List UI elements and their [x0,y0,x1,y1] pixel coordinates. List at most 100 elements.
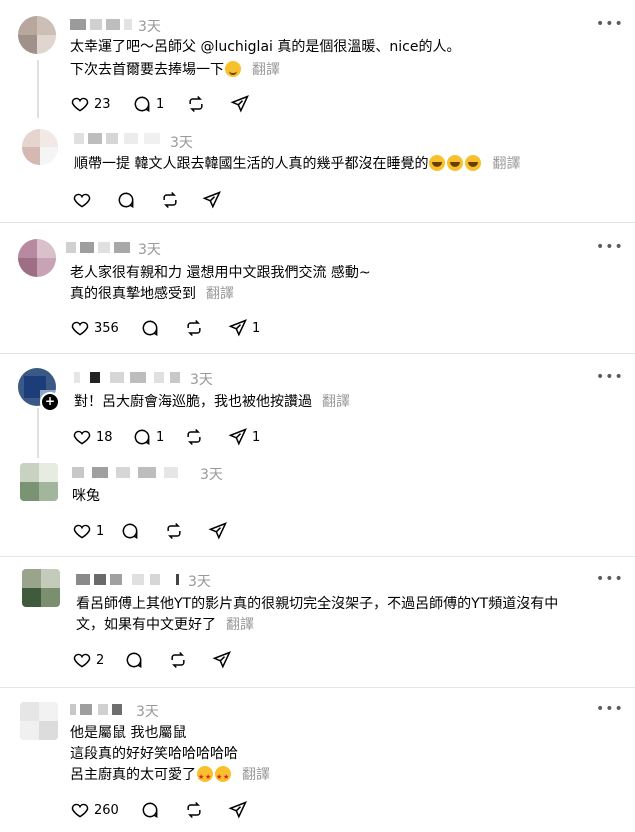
repost-icon [167,522,181,540]
translate-link[interactable]: 翻譯 [206,286,234,302]
like-button[interactable]: 356 [70,317,119,339]
avatar[interactable] [18,239,56,277]
repost-button[interactable] [164,520,184,542]
share-button[interactable]: 1 [228,426,260,448]
more-icon[interactable]: ••• [596,369,624,385]
like-count: 23 [94,96,111,112]
like-count: 2 [96,652,105,668]
reply-button[interactable] [140,799,160,821]
share-icon [228,319,247,337]
heart-icon [71,97,89,112]
share-button[interactable] [228,799,248,821]
repost-button[interactable] [186,93,206,115]
repost-icon [171,651,185,669]
repost-icon [187,319,201,337]
post-text: 看呂師傅上其他YT的影片真的很親切完全沒架子，不過呂師傅的YT頻道沒有中 [76,596,559,612]
translate-link[interactable]: 翻譯 [322,394,350,410]
like-count: 260 [94,802,119,818]
avatar[interactable] [20,702,58,740]
laughing-emoji-icon [465,155,482,171]
more-icon[interactable]: ••• [596,16,624,32]
post-time: 3天 [138,242,161,258]
username-blurred[interactable] [66,241,134,255]
share-icon [212,651,231,669]
post-actions: 356 1 [70,317,270,339]
like-button[interactable]: 260 [70,799,119,821]
reply-button[interactable] [140,317,160,339]
post-actions: 260 [70,799,270,821]
more-icon[interactable]: ••• [596,701,624,717]
post-time: 3天 [200,467,223,483]
repost-button[interactable] [184,799,204,821]
share-icon [228,801,247,819]
username-blurred[interactable] [72,466,196,480]
post-6: 3天 ••• 看呂師傅上其他YT的影片真的很親切完全沒架子，不過呂師傅的YT頻道… [0,557,635,687]
post-text: 老人家很有親和力 還想用中文跟我們交流 感動~ [70,265,371,281]
reply-count: 1 [156,96,165,112]
heart-icon [73,524,91,539]
share-button[interactable] [208,520,228,542]
post-2: 3天 順帶一提 韓文人跟去韓國生活的人真的幾乎都沒在睡覺的 翻譯 [0,120,635,220]
repost-button[interactable] [168,649,188,671]
translate-link[interactable]: 翻譯 [492,156,520,172]
share-button[interactable] [202,189,222,211]
like-button[interactable]: 23 [70,93,111,115]
repost-button[interactable] [184,317,204,339]
post-time: 3天 [136,704,159,720]
reply-button[interactable] [124,649,144,671]
translate-link[interactable]: 翻譯 [226,617,254,633]
username-blurred[interactable] [70,18,134,32]
post-4: + 3天 ••• 對！呂大廚會海巡脆，我也被他按讚過 翻譯 18 1 1 [0,354,635,454]
translate-link[interactable]: 翻譯 [242,767,270,783]
avatar[interactable] [18,16,56,54]
share-icon [228,428,247,446]
translate-link[interactable]: 翻譯 [252,62,280,78]
like-count: 18 [96,429,113,445]
avatar[interactable] [20,463,58,501]
post-text: 真的很真摯地感受到 翻譯 [70,286,234,302]
post-text: 咪兔 [72,488,100,504]
avatar[interactable] [22,129,58,165]
reply-button[interactable] [116,189,136,211]
like-count: 1 [96,523,105,539]
more-icon[interactable]: ••• [596,239,624,255]
share-button[interactable] [230,93,250,115]
username-blurred[interactable] [70,703,130,717]
reply-button[interactable]: 1 [132,426,164,448]
username-blurred[interactable] [76,573,186,587]
post-text: 這段真的好好笑哈哈哈哈哈 [70,746,238,762]
heart-icon [71,321,89,336]
post-text: 文，如果有中文更好了 翻譯 [76,617,254,633]
like-button[interactable]: 2 [72,649,104,671]
reply-button[interactable]: 1 [132,93,164,115]
like-button[interactable] [72,189,92,211]
post-text: 呂主廚真的太可愛了翻譯 [70,765,270,787]
post-actions: 18 1 1 [72,426,272,448]
reply-count: 1 [156,429,165,445]
share-button[interactable] [212,649,232,671]
comment-icon [142,802,158,818]
username-blurred[interactable] [74,132,164,146]
comment-icon [118,192,134,208]
post-time: 3天 [188,574,211,590]
like-button[interactable]: 18 [72,426,113,448]
plus-icon[interactable]: + [40,392,60,412]
more-icon[interactable]: ••• [596,571,624,587]
repost-button[interactable] [184,426,204,448]
share-button[interactable]: 1 [228,317,260,339]
avatar[interactable] [22,569,60,607]
heart-icon [73,193,91,208]
smile-emoji-icon [225,61,241,77]
share-icon [202,191,221,209]
username-blurred[interactable] [74,371,186,385]
post-actions [72,189,232,211]
like-button[interactable]: 1 [72,520,104,542]
reply-button[interactable] [120,520,140,542]
repost-button[interactable] [160,189,180,211]
post-1: 3天 ••• 太幸運了吧～呂師父 @luchiglai 真的是個很溫暖、nice… [0,0,635,120]
post-3: 3天 ••• 老人家很有親和力 還想用中文跟我們交流 感動~ 真的很真摯地感受到… [0,223,635,353]
post-text: 太幸運了吧～呂師父 @luchiglai 真的是個很溫暖、nice的人。 [70,39,461,55]
heart-icon [73,430,91,445]
post-time: 3天 [138,19,161,35]
repost-icon [163,191,177,209]
